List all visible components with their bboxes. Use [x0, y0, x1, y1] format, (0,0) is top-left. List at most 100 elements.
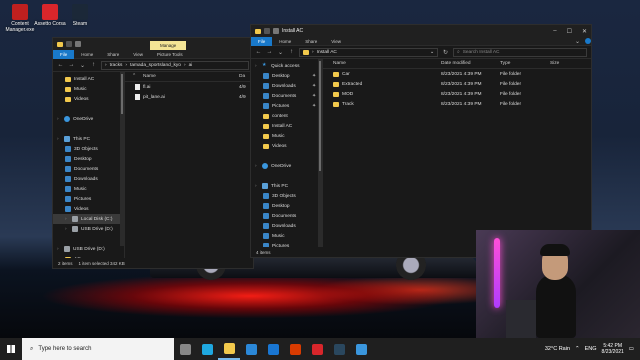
taskbar-app-file-explorer[interactable] — [218, 338, 240, 360]
nav-scrollbar[interactable] — [318, 59, 322, 249]
chevron-down-icon[interactable]: ⌄ — [79, 62, 86, 69]
taskbar-app-office[interactable] — [284, 338, 306, 360]
expand-chevron-icon[interactable]: › — [65, 227, 69, 232]
tab-view[interactable]: View — [126, 50, 150, 59]
tab-picture-tools[interactable]: Picture Tools — [150, 52, 190, 57]
expand-chevron-icon[interactable]: › — [57, 247, 61, 252]
taskbar-app-task-view[interactable] — [174, 338, 196, 360]
column-size[interactable]: Size — [550, 61, 559, 66]
nav-item[interactable]: content — [251, 111, 322, 121]
nav-item[interactable]: Downloads — [251, 221, 322, 231]
tab-share[interactable]: Share — [100, 50, 126, 59]
tab-view[interactable]: View — [324, 37, 348, 46]
nav-item[interactable]: 3D Objects — [53, 144, 124, 154]
nav-item[interactable]: 3D Objects — [251, 191, 322, 201]
desktop-icon[interactable]: Steam — [64, 4, 96, 27]
nav-item[interactable]: Music — [251, 131, 322, 141]
tab-home[interactable]: Home — [74, 50, 100, 59]
nav-item[interactable]: Music — [53, 84, 124, 94]
up-arrow-icon[interactable]: ↑ — [288, 49, 295, 55]
taskbar-app-edge[interactable] — [196, 338, 218, 360]
tab-share[interactable]: Share — [298, 37, 324, 46]
help-icon[interactable] — [585, 38, 591, 44]
minimize-icon[interactable]: – — [553, 28, 556, 35]
expand-chevron-icon[interactable]: › — [255, 64, 259, 69]
nav-item[interactable]: Desktop — [53, 154, 124, 164]
start-button[interactable] — [0, 338, 22, 360]
nav-item[interactable]: › This PC — [53, 134, 124, 144]
properties-icon[interactable] — [273, 28, 279, 34]
folder-row[interactable]: MOD 8/23/2021 4:39 PM File folder — [323, 89, 591, 99]
tab-file[interactable]: File — [53, 49, 75, 59]
expand-chevron-icon[interactable]: › — [255, 164, 259, 169]
ribbon-expand-chevron-icon[interactable]: ⌄ — [575, 38, 585, 45]
folder-row[interactable]: Track 8/23/2021 4:39 PM File folder — [323, 99, 591, 109]
nav-item[interactable]: › USB Drive (D:) — [53, 244, 124, 254]
folder-row[interactable]: Extracted 8/23/2021 4:39 PM File folder — [323, 79, 591, 89]
file-row[interactable]: pit_lane.ai 4/9 — [125, 92, 253, 102]
breadcrumb-install-ac[interactable]: Install AC — [317, 50, 337, 55]
breadcrumb-ai[interactable]: ai — [189, 63, 193, 68]
pin-icon[interactable]: ✦ — [312, 74, 316, 79]
refresh-icon[interactable]: ↻ — [442, 49, 449, 56]
tab-manage[interactable]: Manage — [149, 40, 187, 50]
tray-chevron-icon[interactable]: ⌃ — [575, 346, 580, 352]
tab-file[interactable]: File — [251, 36, 273, 46]
address-dropdown-icon[interactable]: ⌄ — [430, 50, 434, 55]
taskbar-app-assetto-corsa[interactable] — [306, 338, 328, 360]
titlebar[interactable]: Install AC – ☐ ✕ — [251, 25, 591, 37]
pin-icon[interactable]: ✦ — [312, 94, 316, 99]
nav-item[interactable]: Pictures — [53, 194, 124, 204]
desktop-icon[interactable]: Content Manager.exe — [4, 4, 36, 33]
search-input[interactable]: ⌕ Search Install AC — [453, 47, 587, 57]
expand-chevron-icon[interactable]: › — [65, 217, 69, 222]
nav-item[interactable]: Install AC — [251, 121, 322, 131]
expand-chevron-icon[interactable]: › — [57, 137, 61, 142]
properties-icon[interactable] — [75, 41, 81, 47]
expand-chevron-icon[interactable]: › — [255, 184, 259, 189]
file-row[interactable]: fl.ai 4/9 — [125, 82, 253, 92]
column-name[interactable]: Name — [143, 74, 239, 79]
forward-arrow-icon[interactable]: → — [68, 62, 75, 68]
nav-scrollbar[interactable] — [120, 72, 124, 246]
nav-item[interactable]: Downloads ✦ — [251, 81, 322, 91]
nav-item[interactable]: Pictures ✦ — [251, 101, 322, 111]
nav-item[interactable]: › OneDrive — [251, 161, 322, 171]
nav-item[interactable]: Music — [251, 231, 322, 241]
taskbar-search-input[interactable]: ⌕ Type here to search — [22, 338, 174, 360]
nav-item[interactable]: Videos — [53, 94, 124, 104]
nav-item[interactable]: › OneDrive — [53, 114, 124, 124]
column-name[interactable]: Name — [333, 61, 441, 66]
nav-item[interactable]: Documents — [53, 164, 124, 174]
taskbar-app-store[interactable] — [240, 338, 262, 360]
breadcrumb[interactable]: › tracks › tamada_sportsland_kyo › ai — [101, 60, 249, 70]
nav-item[interactable]: Desktop ✦ — [251, 71, 322, 81]
nav-item[interactable]: Documents — [251, 211, 322, 221]
breadcrumb[interactable]: › Install AC ⌄ — [299, 47, 438, 57]
up-arrow-icon[interactable]: ↑ — [90, 62, 97, 68]
nav-item[interactable]: › This PC — [251, 181, 322, 191]
chevron-down-icon[interactable]: ⌄ — [277, 49, 284, 56]
column-date[interactable]: Date modified — [441, 61, 500, 66]
quick-access-toolbar-icon[interactable] — [66, 41, 72, 47]
language-indicator[interactable]: ENG — [585, 346, 597, 352]
nav-item[interactable]: Videos — [251, 141, 322, 151]
pin-icon[interactable]: ✦ — [312, 84, 316, 89]
maximize-icon[interactable]: ☐ — [567, 28, 572, 35]
clock[interactable]: 5:42 PM 8/23/2021 — [602, 343, 624, 355]
forward-arrow-icon[interactable]: → — [266, 49, 273, 55]
quick-access-toolbar-icon[interactable] — [264, 28, 270, 34]
breadcrumb-tracks[interactable]: tracks — [110, 63, 123, 68]
nav-item[interactable]: Downloads — [53, 174, 124, 184]
taskbar-app-mail[interactable] — [262, 338, 284, 360]
pin-icon[interactable]: ✦ — [312, 104, 316, 109]
breadcrumb-track[interactable]: tamada_sportsland_kyo — [130, 63, 181, 68]
nav-item[interactable]: Documents ✦ — [251, 91, 322, 101]
column-type[interactable]: Type — [500, 61, 550, 66]
folder-row[interactable]: Car 8/23/2021 4:39 PM File folder — [323, 69, 591, 79]
weather-status[interactable]: 32°C Rain — [545, 346, 570, 352]
nav-item[interactable]: Videos — [53, 204, 124, 214]
nav-item[interactable]: › Local Disk (C:) — [53, 214, 124, 224]
close-icon[interactable]: ✕ — [582, 28, 587, 35]
taskbar-app-steam[interactable] — [328, 338, 350, 360]
